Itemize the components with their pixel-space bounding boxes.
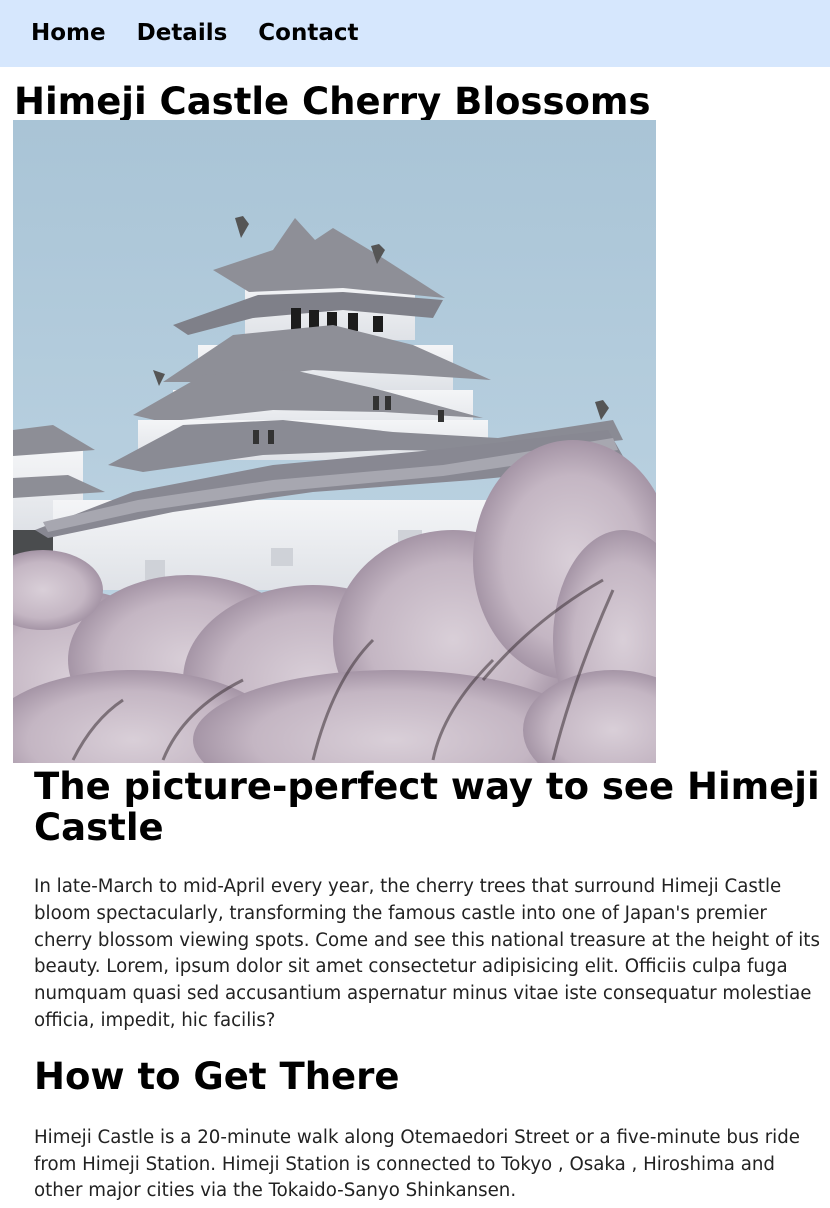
directions-paragraph: Himeji Castle is a 20-minute walk along … xyxy=(34,1126,800,1202)
directions-heading: How to Get There xyxy=(34,1054,400,1098)
section-heading: The picture-perfect way to see Himeji Ca… xyxy=(34,765,820,849)
top-nav: Home Details Contact xyxy=(0,0,830,67)
hero-image xyxy=(13,120,656,763)
page-title: Himeji Castle Cherry Blossoms xyxy=(14,80,651,120)
nav-link-contact[interactable]: Contact xyxy=(258,22,358,45)
nav-link-details[interactable]: Details xyxy=(137,22,228,45)
intro-paragraph: In late-March to mid-April every year, t… xyxy=(34,876,820,1031)
main-content: The picture-perfect way to see Himeji Ca… xyxy=(34,764,824,1205)
nav-link-home[interactable]: Home xyxy=(31,22,106,45)
castle-photo xyxy=(13,120,656,763)
